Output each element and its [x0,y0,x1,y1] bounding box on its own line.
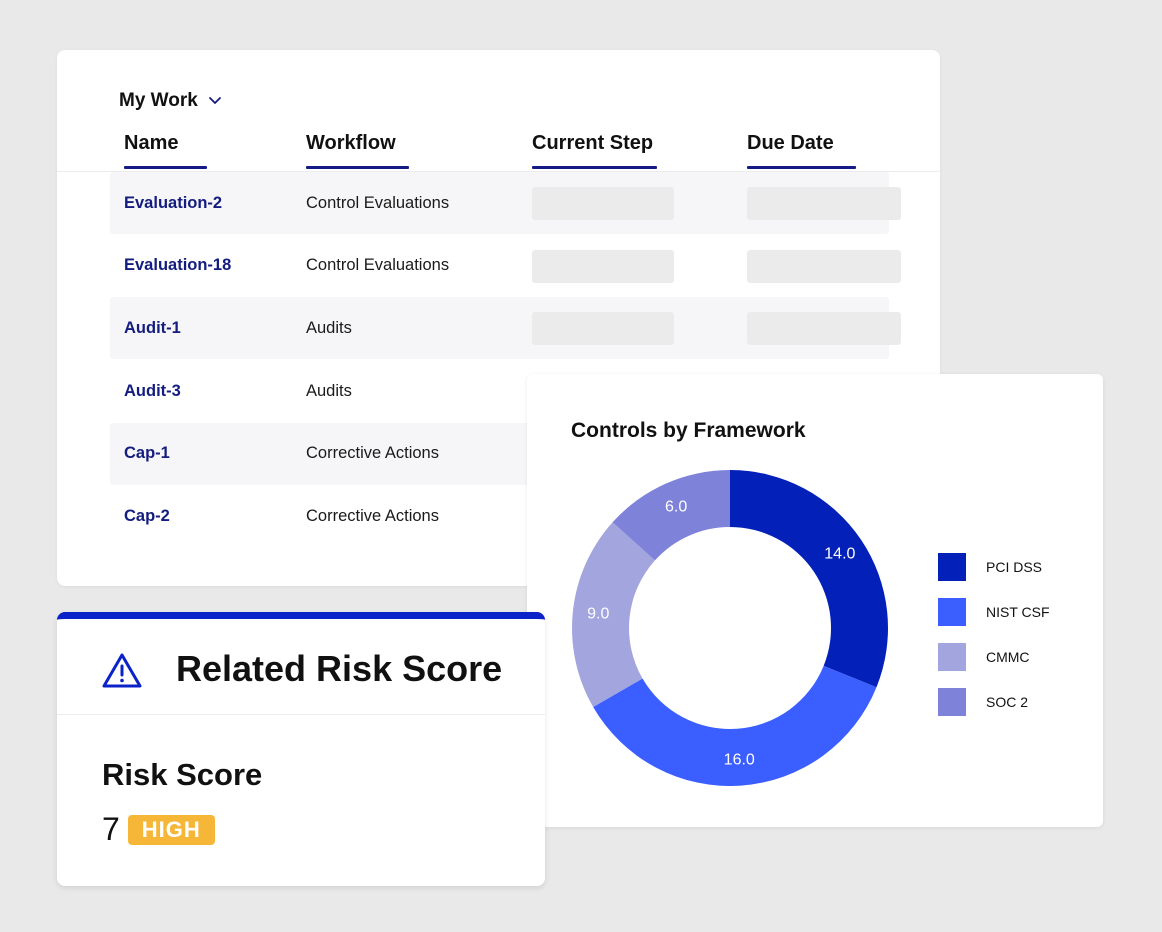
row-workflow: Audits [306,381,352,400]
related-risk-score-card: Related Risk Score Risk Score 7 HIGH [57,612,545,886]
chart-legend: PCI DSS NIST CSF CMMC SOC 2 [938,544,1050,724]
column-header-name[interactable]: Name [124,132,207,169]
donut-data-label: 16.0 [724,752,755,769]
legend-swatch [938,552,966,581]
row-name-link[interactable]: Audit-3 [124,360,181,422]
warning-triangle-icon [102,653,142,688]
row-name-link[interactable]: Cap-2 [124,486,170,548]
row-workflow: Corrective Actions [306,507,439,525]
legend-item[interactable]: SOC 2 [938,679,1050,724]
legend-item[interactable]: PCI DSS [938,544,1050,589]
risk-score-row: 7 HIGH [102,811,215,848]
column-header-due-date[interactable]: Due Date [747,132,856,169]
row-name-link[interactable]: Audit-1 [124,297,181,359]
legend-swatch [938,597,966,626]
legend-item[interactable]: CMMC [938,634,1050,679]
risk-score-value: 7 [102,811,120,847]
risk-level-badge: HIGH [127,814,215,845]
current-step-placeholder [532,249,674,283]
row-workflow: Corrective Actions [306,444,439,463]
row-workflow: Control Evaluations [306,193,450,212]
due-date-placeholder [747,249,901,283]
legend-label: NIST CSF [986,603,1050,620]
table-row[interactable]: Evaluation-18 Control Evaluations [110,235,901,297]
risk-card-title: Related Risk Score [176,648,503,689]
current-step-placeholder [532,187,674,220]
due-date-placeholder [747,312,901,346]
row-name-link[interactable]: Evaluation-18 [124,235,231,297]
row-workflow: Control Evaluations [306,256,450,275]
donut-data-label: 14.0 [824,545,855,562]
row-workflow: Audits [306,318,352,337]
due-date-placeholder [747,187,901,220]
column-header-current-step[interactable]: Current Step [532,132,657,169]
chevron-down-icon [208,97,221,104]
table-header: Name Workflow Current Step Due Date [57,132,940,172]
my-work-title: My Work [119,90,198,111]
controls-by-framework-card: Controls by Framework 14.0 16.0 9.0 6.0 PCI… [527,374,1103,827]
table-row[interactable]: Evaluation-2 Control Evaluations [110,172,901,234]
donut-data-label: 9.0 [587,606,609,623]
donut-slice-pci-dss[interactable] [730,470,888,688]
legend-item[interactable]: NIST CSF [938,589,1050,634]
column-header-workflow[interactable]: Workflow [306,132,409,169]
row-name-link[interactable]: Evaluation-2 [124,172,222,234]
legend-label: PCI DSS [986,558,1043,575]
legend-label: SOC 2 [986,693,1029,710]
legend-swatch [938,642,966,671]
risk-card-header: Related Risk Score [57,619,545,715]
row-name-link[interactable]: Cap-1 [124,423,170,485]
my-work-dropdown[interactable]: My Work [119,90,222,112]
legend-swatch [938,687,966,716]
legend-label: CMMC [986,648,1030,665]
risk-score-label: Risk Score [102,757,263,792]
donut-data-label: 6.0 [665,498,687,515]
table-row[interactable]: Audit-1 Audits [110,297,901,360]
current-step-placeholder [532,312,674,346]
